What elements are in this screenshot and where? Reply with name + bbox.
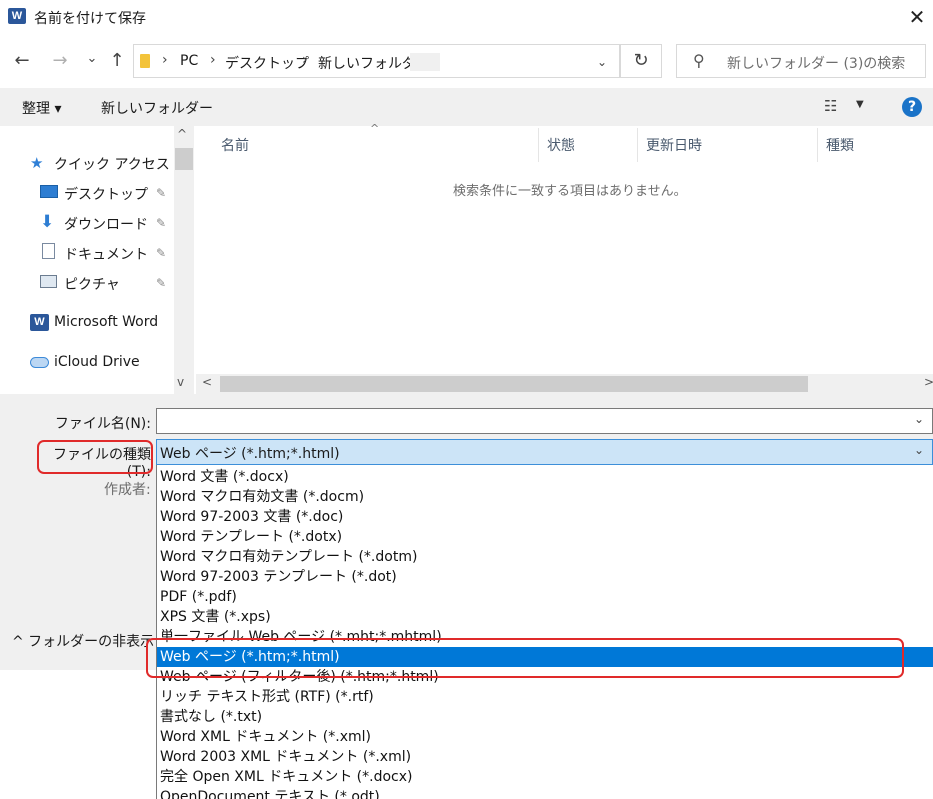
- hide-folders-button[interactable]: ^ フォルダーの非表示: [12, 631, 154, 651]
- title-bar: W 名前を付けて保存 ✕: [0, 0, 933, 36]
- highlight-selected-option: [146, 638, 904, 678]
- filetype-option[interactable]: OpenDocument テキスト (*.odt): [157, 787, 933, 799]
- column-header-modified[interactable]: 更新日時: [646, 135, 702, 155]
- pin-icon[interactable]: ✎: [156, 216, 166, 230]
- document-icon: [42, 243, 55, 259]
- column-header-name[interactable]: 名前: [221, 135, 249, 155]
- command-bar: 整理 ▾ 新しいフォルダー ☷ ▼ ?: [0, 88, 933, 126]
- sidebar-item-microsoft-word[interactable]: Microsoft Word: [54, 314, 158, 330]
- filetype-selected-value[interactable]: Web ページ (*.htm;*.html): [160, 443, 340, 463]
- search-icon: ⚲: [693, 51, 705, 70]
- filetype-option[interactable]: 完全 Open XML ドキュメント (*.docx): [157, 767, 933, 787]
- breadcrumb-desktop[interactable]: デスクトップ: [225, 53, 309, 73]
- file-list: [196, 126, 933, 394]
- filename-label: ファイル名(N):: [54, 416, 151, 432]
- horizontal-scroll-thumb[interactable]: [220, 376, 808, 392]
- desktop-icon: [40, 185, 58, 198]
- address-dropdown-icon[interactable]: ⌄: [590, 50, 614, 74]
- column-divider[interactable]: [538, 128, 539, 162]
- folder-icon: [140, 54, 150, 68]
- breadcrumb-pc[interactable]: PC: [180, 53, 198, 69]
- author-label: 作成者:: [104, 482, 151, 498]
- pictures-icon: [40, 275, 57, 288]
- recent-locations-button[interactable]: ⌄: [80, 47, 104, 71]
- filetype-option[interactable]: Word マクロ有効文書 (*.docm): [157, 487, 933, 507]
- blurred-region: [410, 53, 440, 71]
- scroll-left-arrow[interactable]: <: [202, 375, 212, 389]
- star-icon: ★: [30, 154, 44, 172]
- search-box[interactable]: ⚲ 新しいフォルダー (3)の検索: [676, 44, 926, 78]
- refresh-button[interactable]: ↻: [620, 44, 662, 78]
- scroll-down-arrow[interactable]: v: [177, 375, 184, 389]
- sidebar-item-downloads[interactable]: ダウンロード: [64, 214, 148, 234]
- sidebar-item-pictures[interactable]: ピクチャ: [64, 274, 120, 294]
- sidebar-scroll-thumb[interactable]: [175, 148, 193, 170]
- back-button[interactable]: ←: [10, 49, 34, 73]
- filetype-option[interactable]: Word テンプレート (*.dotx): [157, 527, 933, 547]
- column-header-type[interactable]: 種類: [826, 135, 854, 155]
- column-header-status[interactable]: 状態: [547, 135, 575, 155]
- forward-button[interactable]: →: [48, 49, 72, 73]
- filetype-option[interactable]: XPS 文書 (*.xps): [157, 607, 933, 627]
- filetype-dropdown-icon[interactable]: ⌄: [914, 443, 924, 457]
- filename-dropdown-icon[interactable]: ⌄: [914, 412, 924, 426]
- scroll-right-arrow[interactable]: >: [924, 375, 933, 389]
- filetype-option[interactable]: Word XML ドキュメント (*.xml): [157, 727, 933, 747]
- cloud-icon: [30, 357, 49, 368]
- filetype-option[interactable]: Word マクロ有効テンプレート (*.dotm): [157, 547, 933, 567]
- pin-icon[interactable]: ✎: [156, 186, 166, 200]
- filetype-option[interactable]: Word 97-2003 文書 (*.doc): [157, 507, 933, 527]
- sort-arrow-icon: ^: [370, 122, 380, 135]
- filetype-option[interactable]: Word 2003 XML ドキュメント (*.xml): [157, 747, 933, 767]
- filetype-option[interactable]: PDF (*.pdf): [157, 587, 933, 607]
- breadcrumb-separator[interactable]: ›: [210, 52, 216, 68]
- download-icon: ⬇: [40, 212, 55, 232]
- filetype-option[interactable]: 書式なし (*.txt): [157, 707, 933, 727]
- column-divider[interactable]: [817, 128, 818, 162]
- view-dropdown-icon[interactable]: ▼: [856, 99, 864, 110]
- word-icon: W: [30, 314, 49, 331]
- close-button[interactable]: ✕: [906, 6, 928, 28]
- filetype-option[interactable]: リッチ テキスト形式 (RTF) (*.rtf): [157, 687, 933, 707]
- view-options-icon[interactable]: ☷: [824, 97, 837, 115]
- scroll-up-arrow[interactable]: ^: [177, 127, 187, 141]
- organize-button[interactable]: 整理 ▾: [22, 98, 61, 118]
- window-title: 名前を付けて保存: [34, 11, 146, 27]
- highlight-filetype-label: [37, 440, 153, 474]
- filetype-option[interactable]: Word 文書 (*.docx): [157, 467, 933, 487]
- column-divider[interactable]: [637, 128, 638, 162]
- empty-message: 検索条件に一致する項目はありません。: [453, 184, 687, 199]
- new-folder-button[interactable]: 新しいフォルダー: [101, 98, 213, 118]
- up-button[interactable]: ↑: [105, 49, 129, 73]
- word-app-icon: W: [8, 8, 26, 24]
- pin-icon[interactable]: ✎: [156, 276, 166, 290]
- search-placeholder: 新しいフォルダー (3)の検索: [727, 56, 906, 72]
- address-bar[interactable]: › PC › デスクトップ › 新しいフォルダー ⌄: [133, 44, 620, 78]
- breadcrumb-separator[interactable]: ›: [302, 52, 308, 68]
- sidebar-item-icloud-drive[interactable]: iCloud Drive: [54, 354, 140, 370]
- sidebar-item-documents[interactable]: ドキュメント: [64, 244, 148, 264]
- sidebar-item-quick-access[interactable]: クイック アクセス: [54, 154, 170, 174]
- sidebar-item-desktop[interactable]: デスクトップ: [64, 184, 148, 204]
- help-icon[interactable]: ?: [902, 97, 922, 117]
- breadcrumb-separator[interactable]: ›: [162, 52, 168, 68]
- filetype-options-list[interactable]: Word 文書 (*.docx) Word マクロ有効文書 (*.docm) W…: [156, 465, 933, 799]
- filename-input[interactable]: [156, 408, 933, 434]
- pin-icon[interactable]: ✎: [156, 246, 166, 260]
- filetype-option[interactable]: Word 97-2003 テンプレート (*.dot): [157, 567, 933, 587]
